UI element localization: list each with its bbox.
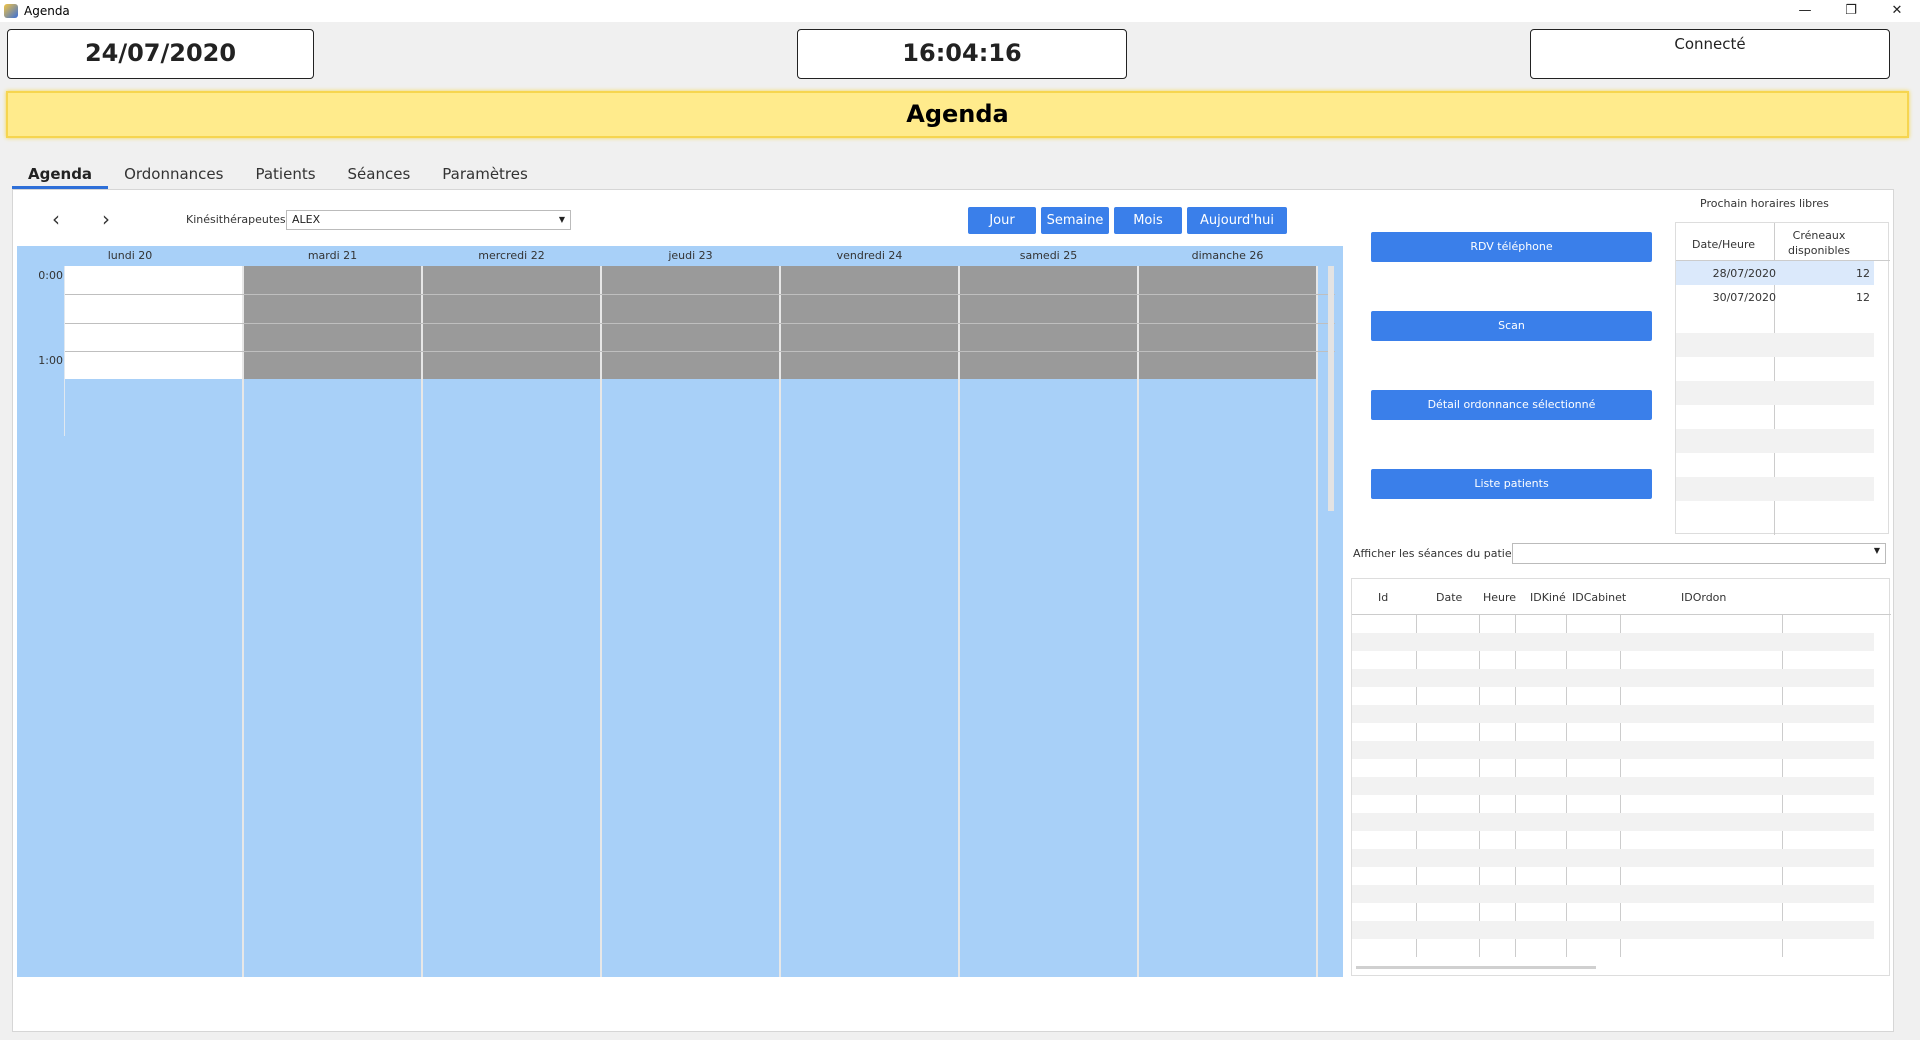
calendar-header: lundi 20 mardi 21 mercredi 22 jeudi 23 v… <box>17 246 1343 266</box>
column-header[interactable]: Créneaux disponibles <box>1784 228 1854 258</box>
day-header: samedi 25 <box>1019 249 1078 262</box>
connection-status: Connecté <box>1530 29 1890 79</box>
empty-row <box>1352 633 1874 651</box>
title-bar: Agenda — ❐ ✕ <box>0 0 1920 22</box>
day-header: dimanche 26 <box>1191 249 1264 262</box>
empty-row <box>1676 477 1874 501</box>
view-week-button[interactable]: Semaine <box>1041 207 1109 234</box>
time-display: 16:04:16 <box>797 29 1127 79</box>
column-header[interactable]: IDCabinet <box>1572 591 1626 604</box>
day-column[interactable] <box>1139 266 1318 977</box>
tab-agenda[interactable]: Agenda <box>12 163 109 189</box>
view-day-button[interactable]: Jour <box>968 207 1036 234</box>
maximize-button[interactable]: ❐ <box>1828 0 1874 22</box>
scan-button[interactable]: Scan <box>1371 311 1652 341</box>
slot-count: 12 <box>1856 291 1870 304</box>
next-week-button[interactable]: › <box>102 207 110 231</box>
patient-select[interactable]: ▼ <box>1512 543 1886 564</box>
empty-row <box>1352 669 1874 687</box>
empty-row <box>1352 777 1874 795</box>
day-column[interactable] <box>960 266 1139 977</box>
available-slot[interactable] <box>65 266 242 351</box>
rdv-telephone-button[interactable]: RDV téléphone <box>1371 232 1652 262</box>
grid-line <box>65 294 1335 295</box>
available-slot[interactable] <box>65 352 242 379</box>
table-header: Id Date Heure IDKiné IDCabinet IDOrdon <box>1352 579 1891 615</box>
empty-row <box>1676 429 1874 453</box>
tab-patients[interactable]: Patients <box>239 163 331 189</box>
grid-line <box>65 323 1335 324</box>
column-header[interactable]: IDKiné <box>1530 591 1566 604</box>
page-banner: Agenda <box>6 91 1909 138</box>
detail-ordonnance-button[interactable]: Détail ordonnance sélectionné <box>1371 390 1652 420</box>
day-column[interactable] <box>423 266 602 977</box>
slot-date: 28/07/2020 <box>1712 267 1776 280</box>
column-header[interactable]: IDOrdon <box>1681 591 1726 604</box>
window-title: Agenda <box>24 4 70 18</box>
time-label: 1:00 <box>38 354 63 367</box>
table-header: Date/Heure Créneaux disponibles <box>1676 223 1890 261</box>
column-header[interactable]: Date <box>1436 591 1462 604</box>
free-slots-table[interactable]: Date/Heure Créneaux disponibles 28/07/20… <box>1675 222 1890 535</box>
patient-filter-label: Afficher les séances du patient <box>1353 547 1523 560</box>
day-column[interactable] <box>244 266 423 977</box>
empty-row <box>1352 741 1874 759</box>
column-header[interactable]: Date/Heure <box>1692 238 1755 251</box>
kine-select[interactable]: ALEX ▼ <box>286 210 571 230</box>
kine-label: Kinésithérapeutes <box>186 213 286 226</box>
day-column[interactable] <box>602 266 781 977</box>
slot-date: 30/07/2020 <box>1712 291 1776 304</box>
minimize-button[interactable]: — <box>1782 0 1828 22</box>
day-column[interactable] <box>65 266 244 977</box>
app-icon <box>4 4 18 18</box>
kine-select-value: ALEX <box>292 213 321 226</box>
table-row[interactable]: 28/07/2020 12 <box>1676 261 1874 285</box>
sessions-table[interactable]: Id Date Heure IDKiné IDCabinet IDOrdon <box>1351 578 1891 976</box>
empty-row <box>1352 885 1874 903</box>
horizontal-scrollbar[interactable] <box>1356 966 1596 969</box>
previous-week-button[interactable]: ‹ <box>52 207 60 231</box>
empty-row <box>1352 849 1874 867</box>
day-header: mercredi 22 <box>478 249 545 262</box>
chevron-down-icon: ▼ <box>558 215 565 224</box>
tab-parametres[interactable]: Paramètres <box>426 163 544 189</box>
today-button[interactable]: Aujourd'hui <box>1187 207 1287 234</box>
grid-line <box>65 351 1335 352</box>
tab-bar: Agenda Ordonnances Patients Séances Para… <box>12 163 544 189</box>
empty-row <box>1352 921 1874 939</box>
free-slots-title: Prochain horaires libres <box>1700 197 1829 210</box>
empty-row <box>1352 813 1874 831</box>
chevron-down-icon: ▼ <box>1873 546 1880 555</box>
week-calendar[interactable]: lundi 20 mardi 21 mercredi 22 jeudi 23 v… <box>17 246 1343 977</box>
empty-row <box>1676 333 1874 357</box>
slot-count: 12 <box>1856 267 1870 280</box>
liste-patients-button[interactable]: Liste patients <box>1371 469 1652 499</box>
day-header: lundi 20 <box>107 249 153 262</box>
column-header[interactable]: Heure <box>1483 591 1516 604</box>
day-header: mardi 21 <box>307 249 358 262</box>
time-column: 0:00 1:00 <box>17 266 65 436</box>
tab-ordonnances[interactable]: Ordonnances <box>108 163 239 189</box>
day-header: vendredi 24 <box>836 249 903 262</box>
close-button[interactable]: ✕ <box>1874 0 1920 22</box>
calendar-scrollbar[interactable] <box>1328 266 1334 511</box>
date-display: 24/07/2020 <box>7 29 314 79</box>
time-label: 0:00 <box>38 269 63 282</box>
column-header[interactable]: Id <box>1378 591 1388 604</box>
view-month-button[interactable]: Mois <box>1114 207 1182 234</box>
table-row[interactable]: 30/07/2020 12 <box>1676 285 1874 309</box>
day-header: jeudi 23 <box>668 249 713 262</box>
day-column[interactable] <box>781 266 960 977</box>
empty-row <box>1676 381 1874 405</box>
empty-row <box>1352 705 1874 723</box>
tab-seances[interactable]: Séances <box>332 163 427 189</box>
